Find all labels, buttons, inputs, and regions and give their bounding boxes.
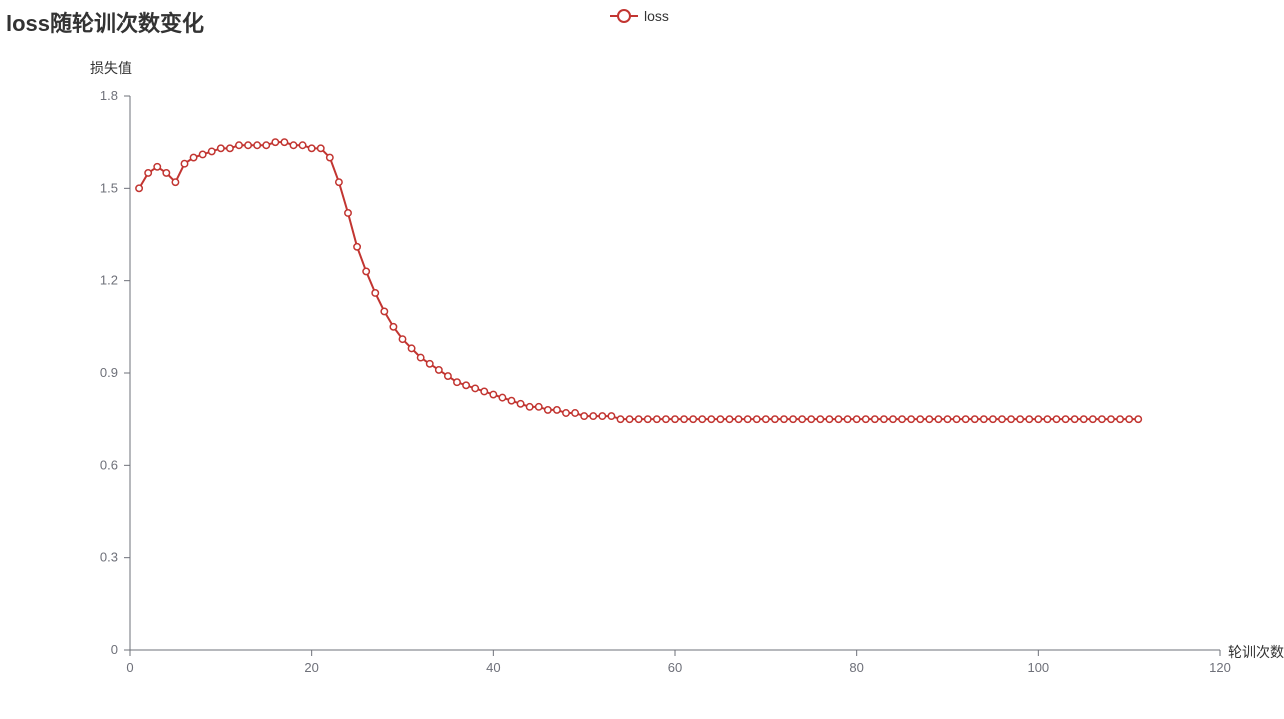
svg-text:0: 0 bbox=[126, 660, 133, 675]
svg-text:60: 60 bbox=[668, 660, 682, 675]
svg-text:20: 20 bbox=[304, 660, 318, 675]
svg-text:100: 100 bbox=[1027, 660, 1049, 675]
chart-plot: 0 0.3 0.6 0.9 1.2 1.5 1.8 0 20 40 60 80 100 120 bbox=[0, 0, 1284, 719]
svg-text:0.9: 0.9 bbox=[100, 365, 118, 380]
svg-text:0.3: 0.3 bbox=[100, 550, 118, 565]
svg-text:80: 80 bbox=[849, 660, 863, 675]
svg-text:1.8: 1.8 bbox=[100, 88, 118, 103]
svg-text:1.5: 1.5 bbox=[100, 180, 118, 195]
svg-text:120: 120 bbox=[1209, 660, 1231, 675]
svg-text:0.6: 0.6 bbox=[100, 457, 118, 472]
svg-text:40: 40 bbox=[486, 660, 500, 675]
svg-text:0: 0 bbox=[111, 642, 118, 657]
chart-root: loss随轮训次数变化 loss 损失值 轮训次数 00.30.60.91.21… bbox=[0, 0, 1284, 719]
svg-text:1.2: 1.2 bbox=[100, 273, 118, 288]
